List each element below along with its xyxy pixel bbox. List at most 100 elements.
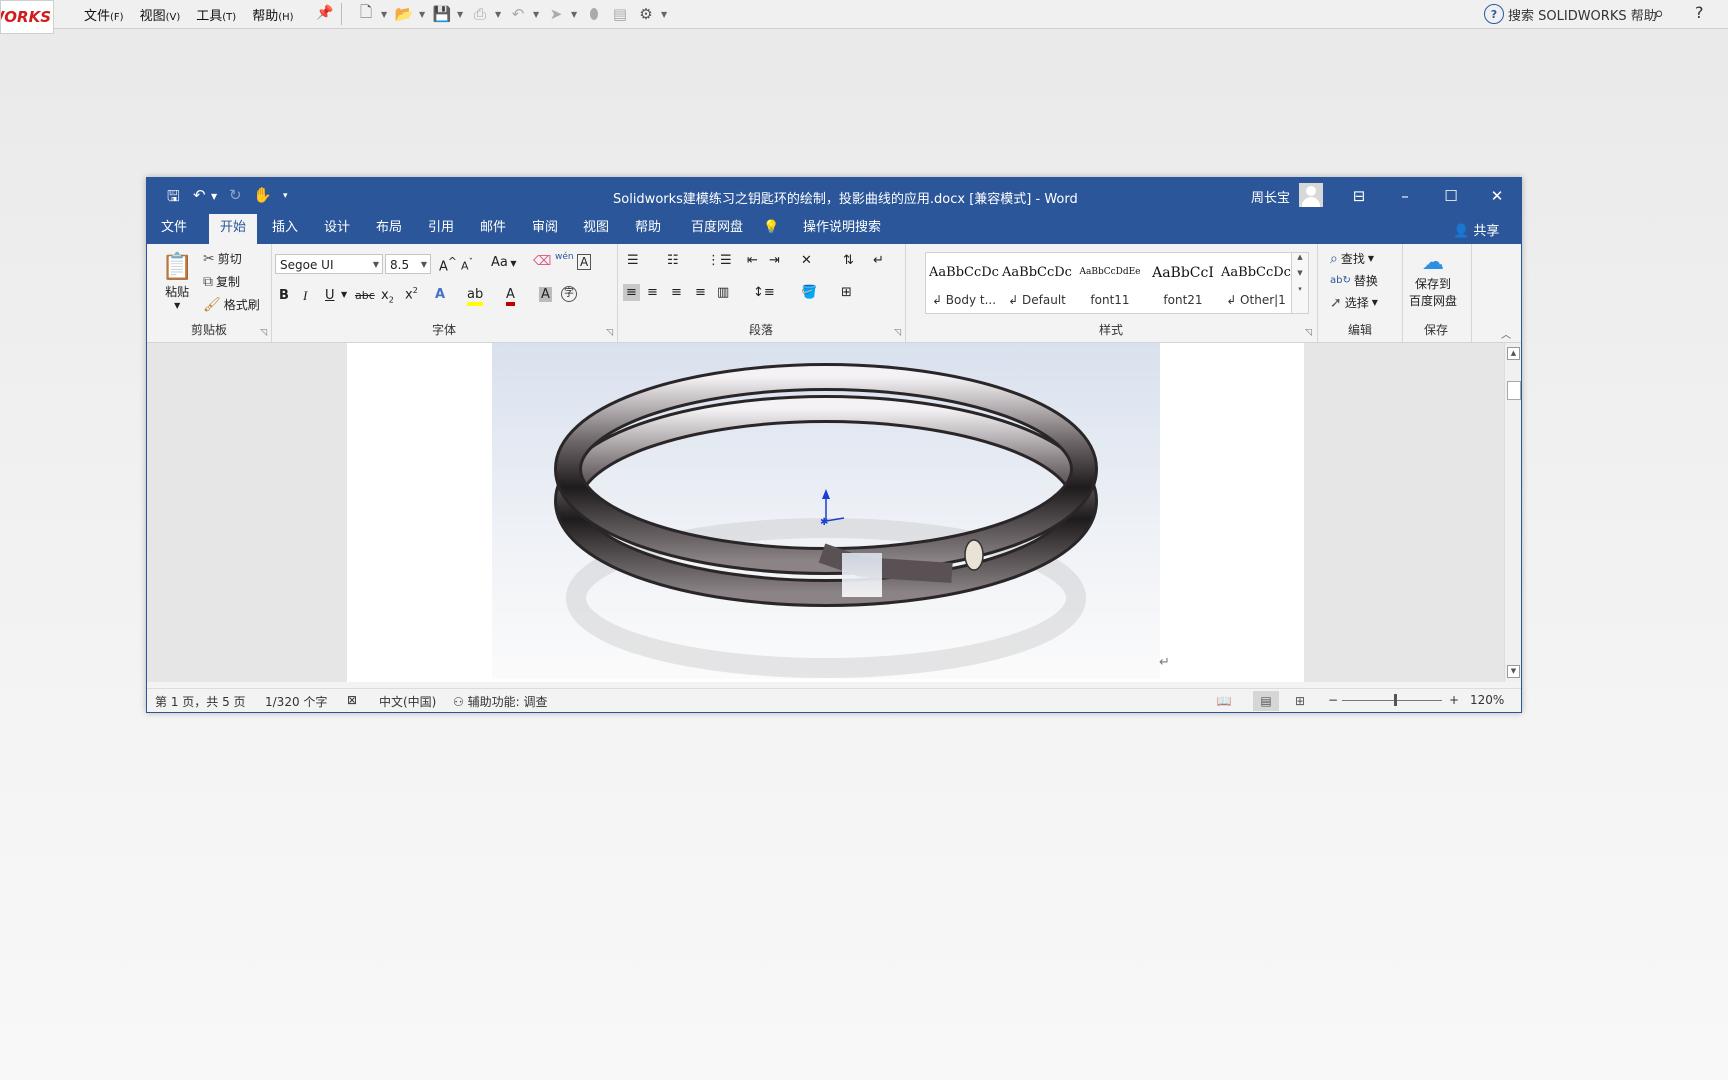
tab-references[interactable]: 引用 [421, 214, 461, 244]
underline-icon[interactable]: U [325, 288, 335, 303]
share-button[interactable]: 👤 共享 [1453, 220, 1499, 239]
accessibility-status[interactable]: ⚇ 辅助功能: 调查 [453, 693, 547, 710]
page-count[interactable]: 第 1 页，共 5 页 [155, 693, 246, 710]
save-to-baidu-button[interactable]: ☁ 保存到 百度网盘 [1409, 250, 1457, 309]
scroll-down-icon[interactable]: ▼ [1507, 665, 1520, 678]
solidworks-search[interactable]: ? 搜索 SOLIDWORKS 帮助 ⌕ [1484, 2, 1684, 26]
save-icon[interactable]: 🖫 [167, 186, 180, 211]
style-font21[interactable]: AaBbCcI font21 [1147, 253, 1219, 313]
sort-icon[interactable]: ⇅ [843, 253, 854, 268]
style-font11[interactable]: AaBbCcDdEe font11 [1074, 253, 1146, 313]
read-mode-icon[interactable]: 📖 [1211, 691, 1237, 711]
dialog-launcher-icon[interactable]: ◹ [260, 328, 267, 338]
tab-design[interactable]: 设计 [317, 214, 357, 244]
document-page[interactable]: ✱ ↵ [347, 343, 1304, 682]
customize-qat-icon[interactable]: ▾ [283, 191, 288, 201]
zoom-out-button[interactable]: − [1328, 693, 1338, 707]
bullets-icon[interactable]: ☰ [627, 253, 639, 268]
borders-icon[interactable]: ⊞ [841, 285, 852, 300]
numbering-icon[interactable]: ☷ [667, 253, 679, 268]
bold-icon[interactable]: B [279, 288, 289, 303]
superscript-icon[interactable]: x2 [405, 286, 418, 302]
file-properties-icon[interactable]: ▤ [609, 3, 631, 25]
scrollbar-thumb[interactable] [1507, 381, 1521, 400]
print-layout-icon[interactable]: ▤ [1253, 691, 1279, 711]
user-name[interactable]: 周长宝 [1251, 187, 1290, 206]
style-default[interactable]: AaBbCcDc ↲ Default [1001, 253, 1073, 313]
character-border-icon[interactable]: A [577, 254, 592, 270]
close-icon[interactable]: ✕ [1485, 184, 1509, 208]
show-marks-icon[interactable]: ↵ [873, 253, 884, 268]
chevron-down-icon[interactable]: ▼ [571, 10, 579, 19]
zoom-slider[interactable] [1342, 700, 1442, 701]
tab-home[interactable]: 开始 [209, 214, 257, 244]
tell-me-search[interactable]: 操作说明搜索 [787, 214, 897, 244]
new-document-icon[interactable]: 🗋 [355, 3, 377, 25]
menu-view[interactable]: 视图(V) [140, 5, 181, 24]
tab-view[interactable]: 视图 [576, 214, 616, 244]
font-color-icon[interactable]: A [506, 287, 515, 306]
line-spacing-icon[interactable]: ↕≡ [753, 285, 775, 300]
chevron-down-icon[interactable]: ▼ [211, 192, 217, 201]
scroll-up-icon[interactable]: ▲ [1507, 347, 1520, 360]
dialog-launcher-icon[interactable]: ◹ [1305, 328, 1312, 338]
word-count[interactable]: 1/320 个字 [265, 693, 327, 710]
multilevel-list-icon[interactable]: ⋮☰ [707, 253, 732, 268]
print-icon[interactable]: ⎙ [469, 3, 491, 25]
increase-indent-icon[interactable]: ⇥ [769, 253, 780, 268]
zoom-level[interactable]: 120% [1470, 693, 1504, 707]
chevron-down-icon[interactable]: ▼ [419, 10, 427, 19]
highlight-icon[interactable]: ab [467, 287, 484, 306]
chevron-down-icon[interactable]: ▼ [381, 10, 389, 19]
minimize-icon[interactable]: – [1393, 184, 1417, 208]
menu-file[interactable]: 文件(F) [84, 5, 124, 24]
text-effects-icon[interactable]: A [435, 287, 445, 302]
align-right-icon[interactable]: ≡ [671, 285, 682, 300]
decrease-indent-icon[interactable]: ⇤ [747, 253, 758, 268]
copy-button[interactable]: ⧉ 复制 [203, 273, 240, 290]
gear-icon[interactable]: ⚙ [635, 3, 657, 25]
select-button[interactable]: ➚ 选择 ▼ [1330, 294, 1378, 311]
align-center-icon[interactable]: ≡ [647, 285, 658, 300]
grow-font-icon[interactable]: A^ [439, 255, 457, 274]
dialog-launcher-icon[interactable]: ◹ [894, 328, 901, 338]
font-name-box[interactable]: Segoe UI ▼ [275, 254, 383, 274]
language-indicator[interactable]: 中文(中国) [379, 693, 436, 710]
justify-icon[interactable]: ≡ [695, 285, 706, 300]
tab-mailings[interactable]: 邮件 [473, 214, 513, 244]
find-button[interactable]: ⌕ 查找 ▼ [1330, 250, 1374, 267]
cut-button[interactable]: ✂ 剪切 [203, 250, 242, 267]
tab-review[interactable]: 审阅 [525, 214, 565, 244]
open-folder-icon[interactable]: 📂 [393, 3, 415, 25]
search-icon[interactable]: ⌕ [1654, 3, 1664, 24]
tab-insert[interactable]: 插入 [265, 214, 305, 244]
dialog-launcher-icon[interactable]: ◹ [606, 328, 613, 338]
clear-formatting-icon[interactable]: ⌫ [533, 254, 551, 269]
chevron-down-icon[interactable]: ▼ [661, 10, 669, 19]
format-painter-button[interactable]: 🖌 格式刷 [203, 296, 260, 313]
strikethrough-icon[interactable]: abc [355, 289, 375, 302]
phonetic-guide-icon[interactable]: wén [555, 252, 574, 262]
styles-gallery-scroll[interactable]: ▲ ▼ ▾ [1291, 252, 1309, 314]
zoom-in-button[interactable]: + [1449, 693, 1459, 707]
character-shading-icon[interactable]: A [539, 287, 552, 302]
collapse-ribbon-icon[interactable]: ︿ [1501, 326, 1511, 341]
redo-icon[interactable]: ↻ [229, 186, 242, 204]
distributed-icon[interactable]: ▥ [717, 285, 729, 300]
enclose-characters-icon[interactable]: 字 [561, 286, 577, 302]
maximize-icon[interactable]: ☐ [1439, 184, 1463, 208]
zoom-slider-thumb[interactable] [1394, 694, 1397, 706]
font-size-box[interactable]: 8.5 ▼ [385, 254, 431, 274]
save-icon[interactable]: 💾 [431, 3, 453, 25]
chevron-down-icon[interactable]: ▼ [533, 10, 541, 19]
tab-layout[interactable]: 布局 [369, 214, 409, 244]
rebuild-icon[interactable]: ⬮ [583, 3, 605, 25]
vertical-scrollbar[interactable]: ▲ ▼ [1504, 343, 1521, 682]
chevron-down-icon[interactable]: ▼ [341, 290, 347, 299]
touch-mode-icon[interactable]: ✋ [253, 186, 272, 204]
align-left-icon[interactable]: ≡ [623, 284, 640, 301]
proofing-icon[interactable]: ⊠ [347, 693, 357, 707]
undo-icon[interactable]: ↶ [507, 3, 529, 25]
web-layout-icon[interactable]: ⊞ [1287, 691, 1313, 711]
tab-baidu-netdisk[interactable]: 百度网盘 [681, 214, 753, 244]
